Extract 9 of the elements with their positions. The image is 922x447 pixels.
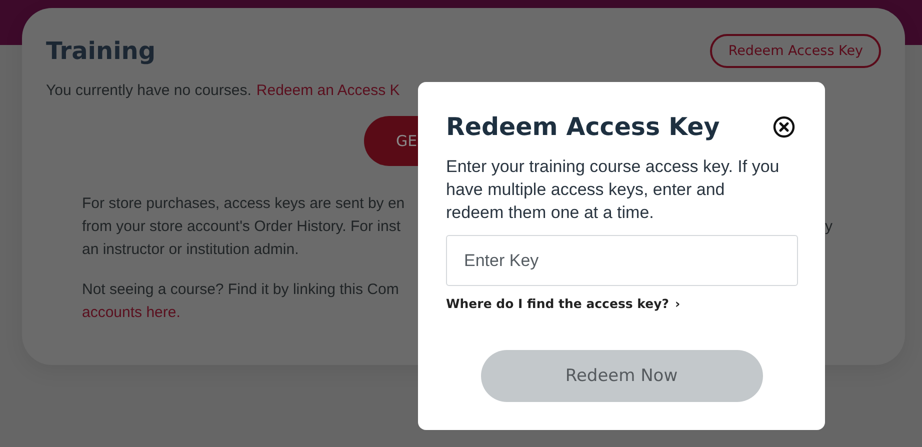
modal-title: Redeem Access Key — [446, 112, 720, 141]
modal-description: Enter your training course access key. If you have multiple access keys, enter and redeem them one at a time. — [446, 156, 780, 224]
page-title: Training — [46, 37, 156, 65]
paragraph-line: from your store account's Order History. For inst — [82, 217, 401, 237]
paragraph-line: y — [825, 217, 832, 237]
paragraph-line: Not seeing a course? Find it by linking this Com — [82, 280, 399, 300]
intro-text: You currently have no courses. — [46, 82, 252, 99]
paragraph-line: For store purchases, access keys are sent by en — [82, 194, 405, 214]
paragraph-line: an instructor or institution admin. — [82, 240, 299, 260]
